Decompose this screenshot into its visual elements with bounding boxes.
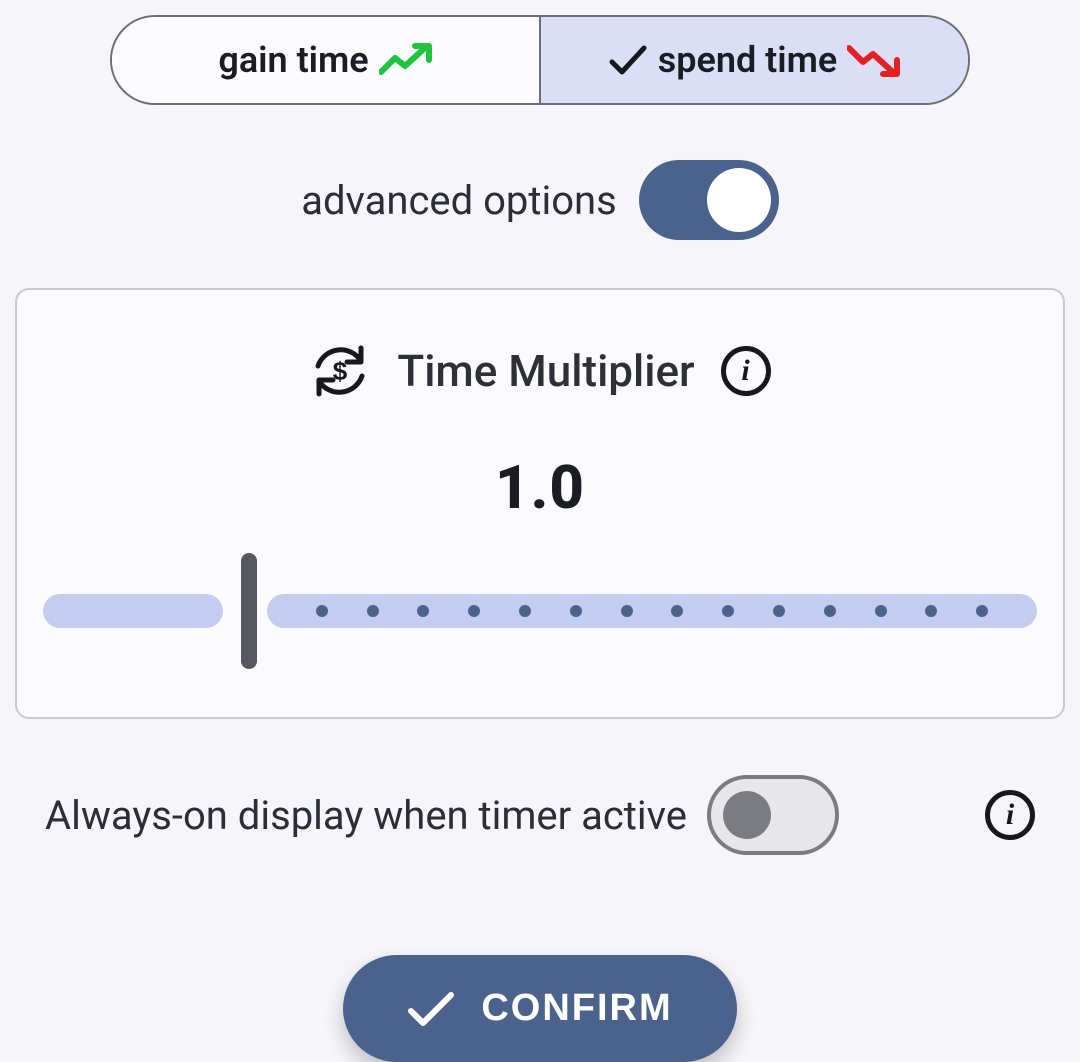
advanced-options-toggle[interactable] <box>639 160 779 240</box>
trending-up-icon <box>379 42 433 78</box>
time-multiplier-header: $ Time Multiplier i <box>43 340 1037 402</box>
slider-track-remaining <box>267 594 1037 628</box>
time-multiplier-value: 1.0 <box>43 452 1037 523</box>
slider-tick <box>570 605 582 617</box>
currency-refresh-icon: $ <box>309 340 371 402</box>
slider-track-filled <box>43 594 223 628</box>
segment-spend-label: spend time <box>658 39 838 81</box>
segment-spend-time[interactable]: spend time <box>541 17 968 103</box>
advanced-options-label: advanced options <box>301 177 617 224</box>
info-icon[interactable]: i <box>985 790 1035 840</box>
slider-tick <box>519 605 531 617</box>
time-multiplier-title: Time Multiplier <box>397 345 694 397</box>
confirm-button[interactable]: CONFIRM <box>343 955 736 1062</box>
slider-tick <box>824 605 836 617</box>
always-on-display-row: Always-on display when timer active i <box>15 775 1065 855</box>
slider-tick <box>925 605 937 617</box>
toggle-knob <box>707 168 771 232</box>
segment-gain-time[interactable]: gain time <box>112 17 541 103</box>
slider-thumb[interactable] <box>241 553 257 669</box>
toggle-knob <box>723 791 771 839</box>
time-multiplier-card: $ Time Multiplier i 1.0 <box>15 288 1065 719</box>
slider-tick <box>316 605 328 617</box>
check-icon <box>407 991 455 1027</box>
info-icon[interactable]: i <box>721 346 771 396</box>
trending-down-icon <box>847 42 901 78</box>
time-mode-segmented: gain time spend time <box>110 15 970 105</box>
confirm-label: CONFIRM <box>481 987 672 1030</box>
advanced-options-row: advanced options <box>15 160 1065 240</box>
confirm-row: CONFIRM <box>15 955 1065 1062</box>
slider-tick <box>367 605 379 617</box>
time-multiplier-slider[interactable] <box>43 553 1037 669</box>
slider-tick <box>671 605 683 617</box>
slider-tick <box>976 605 988 617</box>
always-on-display-label: Always-on display when timer active <box>45 792 687 839</box>
slider-tick <box>468 605 480 617</box>
segment-gain-label: gain time <box>218 39 368 81</box>
slider-tick <box>722 605 734 617</box>
slider-tick <box>773 605 785 617</box>
check-icon <box>608 44 648 76</box>
slider-tick <box>621 605 633 617</box>
svg-text:$: $ <box>333 356 348 386</box>
always-on-display-toggle[interactable] <box>707 775 839 855</box>
slider-tick <box>417 605 429 617</box>
slider-tick <box>875 605 887 617</box>
